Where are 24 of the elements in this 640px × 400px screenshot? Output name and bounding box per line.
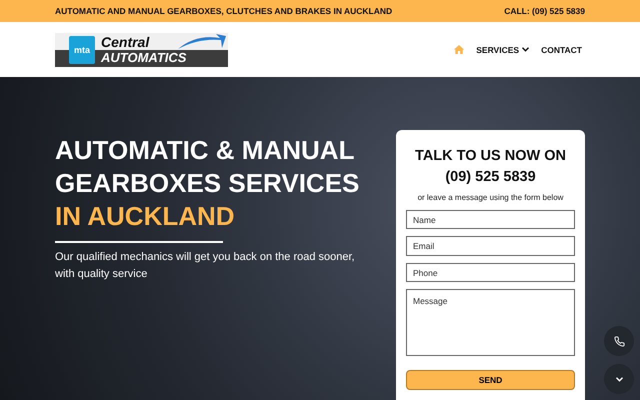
message-field[interactable]: Message — [406, 289, 575, 356]
form-title: TALK TO US NOW ON — [415, 147, 566, 166]
hero-heading: IN AUCKLAND — [55, 200, 235, 233]
chevron-down-icon — [522, 47, 530, 52]
logo-text: AUTOMATICS — [101, 50, 186, 64]
phone-icon — [614, 336, 624, 346]
tagline: AUTOMATIC AND MANUAL GEARBOXES, CLUTCHES AND BRAKES IN AUCKLAND — [55, 6, 392, 16]
logo-badge: mta — [69, 36, 95, 64]
phone-number: CALL: (09) 525 5839 — [504, 6, 585, 16]
form-phone: (09) 525 5839 — [445, 168, 536, 187]
home-icon[interactable] — [454, 45, 464, 54]
input-field[interactable]: Phone — [406, 262, 575, 282]
hero-heading: AUTOMATIC & MANUAL — [55, 134, 354, 167]
input-field[interactable]: Name — [406, 210, 575, 230]
chevron-down-icon — [616, 376, 622, 382]
form-note: or leave a message using the form below — [418, 193, 564, 202]
services-menu[interactable]: SERVICES — [476, 44, 530, 54]
swoosh-icon — [176, 34, 226, 50]
hero-subtitle: Our qualified mechanics will get you back on the road sooner, with quality service — [55, 250, 356, 282]
contact-link[interactable]: CONTACT — [541, 44, 582, 54]
hero-heading: GEARBOXES SERVICES — [55, 167, 360, 200]
send-button[interactable]: SEND — [406, 370, 575, 390]
logo-text: Central — [101, 34, 150, 50]
input-field[interactable]: Email — [406, 236, 575, 256]
